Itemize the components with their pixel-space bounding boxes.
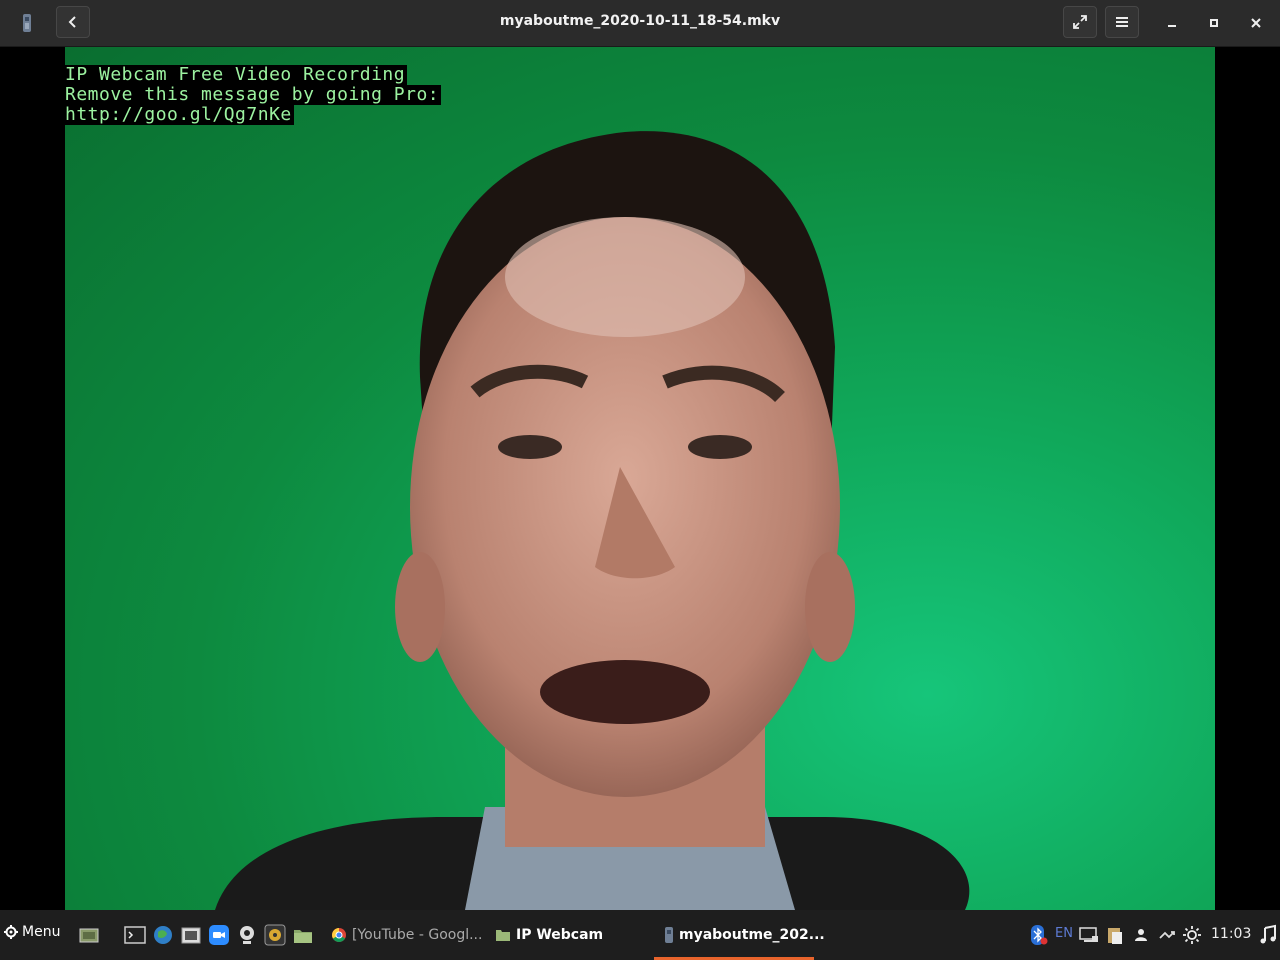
start-menu-label: Menu (22, 924, 61, 940)
video-person-image (215, 131, 970, 910)
clipboard-icon[interactable] (1104, 924, 1126, 946)
task-video-player[interactable]: myaboutme_202... (664, 922, 825, 948)
clock[interactable]: 11:03 (1211, 926, 1251, 942)
video-frame[interactable]: IP Webcam Free Video Recording Remove th… (65, 47, 1215, 910)
network-icon[interactable] (1156, 924, 1178, 946)
bluetooth-icon[interactable] (1027, 924, 1049, 946)
user-icon[interactable] (1130, 924, 1152, 946)
hamburger-menu-icon (1116, 17, 1128, 27)
web-browser-icon[interactable] (152, 924, 174, 946)
keyboard-language[interactable]: EN (1055, 926, 1073, 941)
minimize-button[interactable] (1159, 10, 1185, 36)
watermark-overlay: IP Webcam Free Video Recording Remove th… (65, 64, 442, 125)
start-menu-button[interactable]: Menu (4, 924, 60, 940)
chrome-icon (332, 928, 346, 942)
close-icon (1251, 18, 1261, 28)
task-label: [YouTube - Googl... (352, 927, 483, 943)
maximize-icon (1210, 19, 1218, 27)
task-label: myaboutme_202... (679, 927, 825, 943)
zoom-icon[interactable] (208, 924, 230, 946)
audio-recorder-icon[interactable] (264, 924, 286, 946)
task-ip-webcam[interactable]: IP Webcam (495, 922, 603, 948)
music-icon[interactable] (1257, 924, 1279, 946)
task-youtube-chrome[interactable]: [YouTube - Googl... (331, 922, 482, 948)
overlay-line-1: IP Webcam Free Video Recording (65, 64, 408, 85)
window-titlebar: myaboutme_2020-10-11_18-54.mkv (0, 0, 1280, 47)
video-player-icon (665, 927, 673, 943)
show-desktop-icon[interactable] (78, 924, 100, 946)
close-button[interactable] (1243, 10, 1269, 36)
maximize-button[interactable] (1201, 10, 1227, 36)
display-icon[interactable] (1078, 924, 1100, 946)
taskbar: Menu [YouTube - Googl... IP Webcam myabo… (0, 910, 1280, 960)
brightness-icon[interactable] (1181, 924, 1203, 946)
minimize-icon (1168, 25, 1176, 27)
task-label: IP Webcam (516, 927, 604, 943)
menu-button[interactable] (1105, 6, 1139, 38)
webcam-icon[interactable] (236, 924, 258, 946)
overlay-line-3: http://goo.gl/Qg7nKe (65, 104, 294, 125)
terminal-icon[interactable] (124, 924, 146, 946)
files-icon[interactable] (292, 924, 314, 946)
video-area[interactable]: IP Webcam Free Video Recording Remove th… (0, 47, 1280, 910)
overlay-line-2: Remove this message by going Pro: (65, 84, 442, 105)
screenshot-icon[interactable] (180, 924, 202, 946)
gear-icon (4, 925, 18, 939)
fullscreen-button[interactable] (1063, 6, 1097, 38)
folder-icon (496, 930, 510, 941)
expand-arrows-icon (1073, 15, 1087, 29)
